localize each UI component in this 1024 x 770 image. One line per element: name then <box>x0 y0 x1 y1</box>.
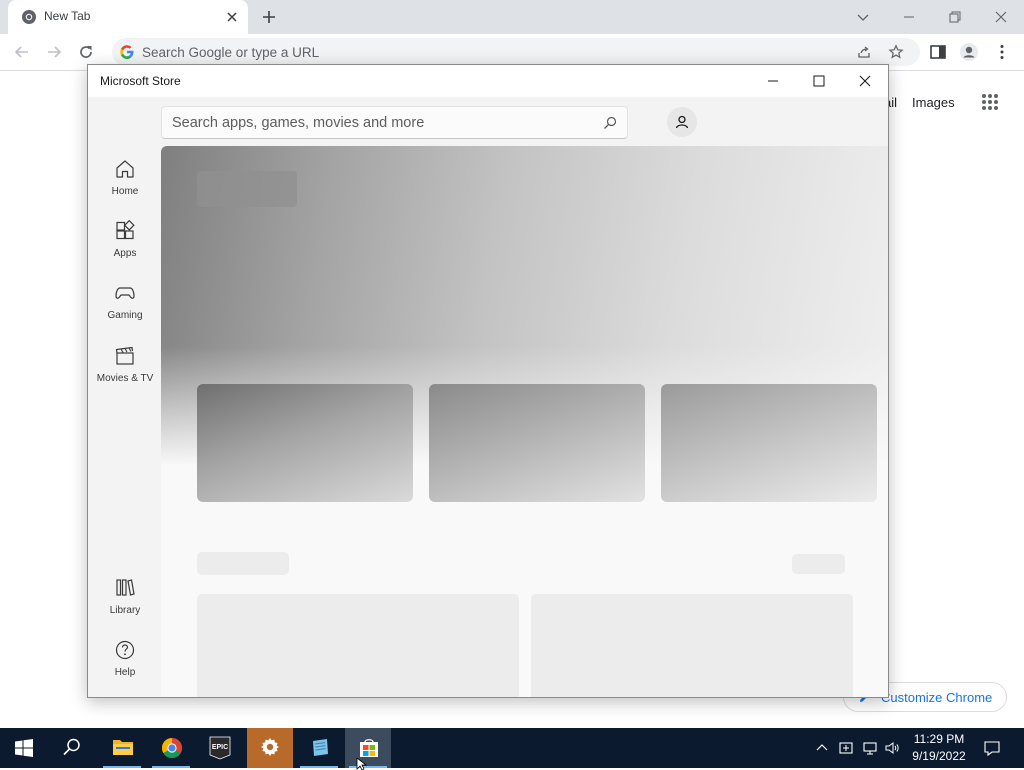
omnibox-placeholder: Search Google or type a URL <box>142 45 320 60</box>
clock-date[interactable]: 9/19/2022 <box>906 749 972 763</box>
nav-library[interactable]: Library <box>88 577 162 633</box>
chrome-logo-icon <box>162 738 182 758</box>
search-icon <box>63 738 80 756</box>
new-tab-plus-icon[interactable] <box>260 8 278 26</box>
help-icon <box>115 640 135 660</box>
action-center-icon[interactable] <box>983 739 1001 757</box>
tab-search-chevron-icon[interactable] <box>852 6 874 28</box>
microsoft-store-icon <box>360 739 378 757</box>
nav-help[interactable]: Help <box>88 639 162 695</box>
nav-gaming[interactable]: Gaming <box>88 282 162 338</box>
taskbar-file-explorer[interactable] <box>99 728 145 768</box>
nav-gaming-label: Gaming <box>107 310 143 321</box>
images-link[interactable]: Images <box>912 95 955 110</box>
customize-chrome-label: Customize Chrome <box>881 690 993 705</box>
nav-help-label: Help <box>114 667 136 678</box>
back-arrow-icon[interactable] <box>12 42 32 62</box>
collection-card-placeholder[interactable] <box>197 594 519 697</box>
tab-new-tab[interactable]: New Tab <box>8 0 248 34</box>
nav-movies-tv[interactable]: Movies & TV <box>88 345 162 401</box>
game-controller-icon <box>115 287 135 299</box>
nav-home-label: Home <box>111 186 139 197</box>
chrome-close-icon[interactable] <box>990 6 1012 28</box>
see-all-placeholder <box>792 554 845 574</box>
nav-apps[interactable]: Apps <box>88 220 162 276</box>
chrome-favicon-icon <box>22 10 36 24</box>
chrome-minimize-icon[interactable] <box>898 6 920 28</box>
clapperboard-icon <box>115 346 134 365</box>
folder-icon <box>113 740 133 755</box>
apps-icon <box>116 220 135 240</box>
mouse-cursor-icon <box>356 758 368 770</box>
taskbar-notepad-app[interactable] <box>296 728 342 768</box>
taskbar-search-button[interactable] <box>49 728 95 768</box>
windows-taskbar: EPIC <box>0 728 1024 768</box>
taskbar-chrome[interactable] <box>148 728 194 768</box>
store-maximize-icon[interactable] <box>809 71 829 91</box>
network-icon[interactable] <box>862 740 878 756</box>
tray-chevron-up-icon[interactable] <box>814 740 830 756</box>
nav-home[interactable]: Home <box>88 158 162 214</box>
featured-card-placeholder[interactable] <box>197 384 413 502</box>
store-content-area <box>161 146 888 697</box>
nav-movies-tv-label: Movies & TV <box>96 373 154 384</box>
tray-security-icon[interactable] <box>838 740 854 756</box>
hero-title-placeholder <box>197 171 297 207</box>
gear-icon <box>261 738 279 756</box>
tab-close-icon[interactable] <box>224 9 240 25</box>
library-icon <box>116 579 135 596</box>
chrome-menu-kebab-icon[interactable] <box>992 42 1012 62</box>
google-apps-grid-icon[interactable] <box>980 92 1000 112</box>
collection-card-placeholder[interactable] <box>531 594 853 697</box>
section-title-placeholder <box>197 552 289 575</box>
taskbar-microsoft-store[interactable] <box>345 728 391 768</box>
user-icon <box>675 115 689 129</box>
store-account-button[interactable] <box>667 107 697 137</box>
featured-card-placeholder[interactable] <box>661 384 877 502</box>
notepad-icon <box>313 739 328 756</box>
nav-apps-label: Apps <box>113 248 137 259</box>
forward-arrow-icon[interactable] <box>44 42 64 62</box>
search-icon[interactable] <box>602 115 618 131</box>
start-button[interactable] <box>0 728 46 768</box>
taskbar-epic-games[interactable]: EPIC <box>197 728 243 768</box>
clock-time[interactable]: 11:29 PM <box>906 732 972 746</box>
tab-title: New Tab <box>44 9 91 23</box>
reload-icon[interactable] <box>76 42 96 62</box>
store-window-title: Microsoft Store <box>100 74 181 88</box>
omnibox[interactable]: Search Google or type a URL <box>112 38 920 66</box>
store-close-icon[interactable] <box>855 71 875 91</box>
chrome-tab-strip: New Tab <box>0 0 1024 34</box>
google-g-icon <box>120 45 134 59</box>
epic-games-icon: EPIC <box>209 736 231 760</box>
taskbar-settings[interactable] <box>247 728 293 768</box>
featured-card-placeholder[interactable] <box>429 384 645 502</box>
chrome-restore-icon[interactable] <box>944 6 966 28</box>
windows-logo-icon <box>15 739 33 757</box>
bookmark-star-icon[interactable] <box>888 44 904 60</box>
profile-avatar-icon[interactable] <box>959 42 979 62</box>
store-search-box[interactable]: Search apps, games, movies and more <box>161 106 628 139</box>
epic-label: EPIC <box>212 744 228 751</box>
store-minimize-icon[interactable] <box>763 71 783 91</box>
store-search-placeholder: Search apps, games, movies and more <box>172 115 425 131</box>
store-titlebar[interactable]: Microsoft Store <box>88 65 888 97</box>
volume-icon[interactable] <box>884 740 900 756</box>
side-panel-icon[interactable] <box>928 42 948 62</box>
share-icon[interactable] <box>856 44 872 60</box>
microsoft-store-window: Microsoft Store Search apps, games, movi… <box>87 64 889 698</box>
nav-library-label: Library <box>109 605 141 616</box>
home-icon <box>116 160 134 178</box>
